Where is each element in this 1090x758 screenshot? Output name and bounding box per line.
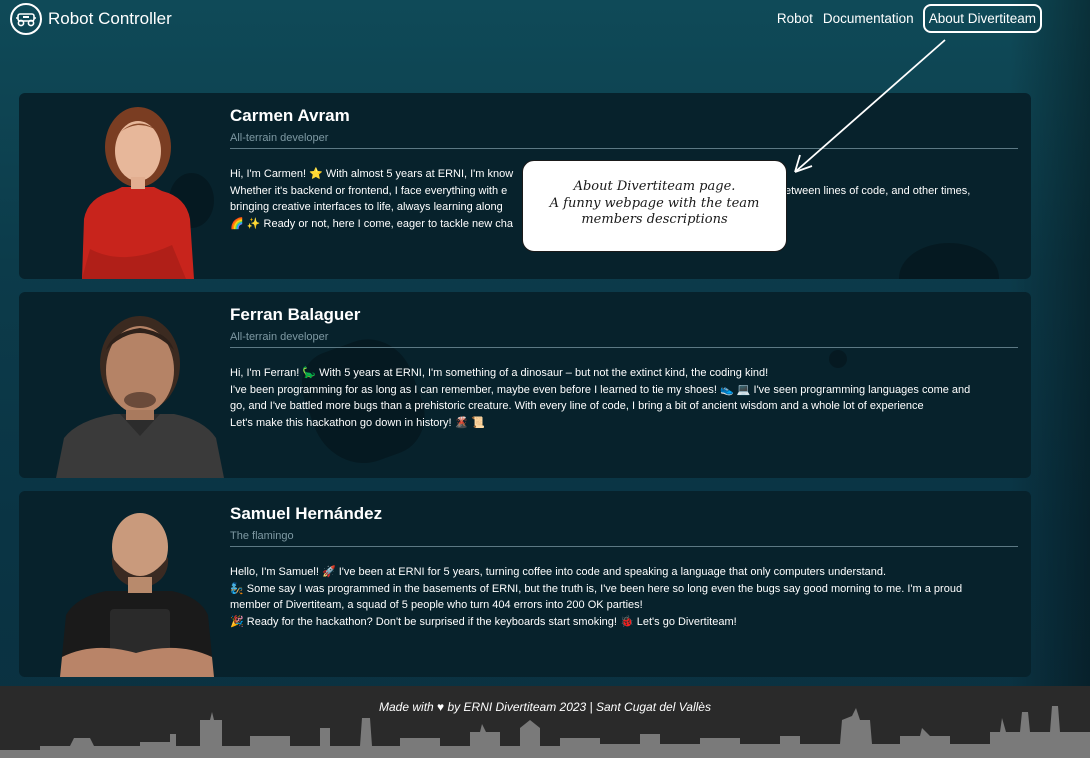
nav-about-divertiteam[interactable]: About Divertiteam — [922, 4, 1042, 33]
member-name: Ferran Balaguer — [230, 305, 361, 324]
member-name: Carmen Avram — [230, 106, 350, 125]
member-card: Ferran Balaguer All-terrain developer Hi… — [19, 292, 1031, 478]
member-info: Ferran Balaguer All-terrain developer Hi… — [230, 305, 1018, 431]
bio-line: go, and I've battled more bugs than a pr… — [230, 400, 924, 412]
footer: Made with ♥ by ERNI Divertiteam 2023 | S… — [0, 686, 1090, 758]
brand[interactable]: Robot Controller — [10, 3, 172, 35]
callout-line: members descriptions — [581, 212, 728, 227]
member-card: Samuel Hernández The flamingo Hello, I'm… — [19, 491, 1031, 677]
bio-line: member of Divertiteam, a squad of 5 peop… — [230, 599, 643, 611]
decorative-blob — [899, 243, 999, 279]
nav-documentation[interactable]: Documentation — [818, 5, 919, 32]
annotation-callout: About Divertiteam page. A funny webpage … — [522, 160, 787, 252]
main-nav: Robot Documentation About Divertiteam — [772, 4, 1042, 33]
nav-robot[interactable]: Robot — [772, 5, 818, 32]
callout-line: About Divertiteam page. — [573, 179, 736, 194]
callout-line: A funny webpage with the team — [549, 195, 760, 211]
member-info: Samuel Hernández The flamingo Hello, I'm… — [230, 504, 1018, 630]
robot-car-icon — [10, 3, 42, 35]
member-bio: Hi, I'm Ferran! 🦕 With 5 years at ERNI, … — [230, 365, 1018, 431]
bio-line: Hello, I'm Samuel! 🚀 I've been at ERNI f… — [230, 566, 887, 578]
member-photo — [60, 513, 214, 677]
member-role: All-terrain developer — [230, 330, 1018, 348]
bio-line: Let's make this hackathon go down in his… — [230, 416, 486, 429]
member-photo — [56, 316, 224, 478]
bio-line-tail: etween lines of code, and other times, — [785, 184, 971, 197]
member-photo — [82, 107, 194, 279]
app-title: Robot Controller — [48, 9, 172, 28]
bio-line: I've been programming for as long as I c… — [230, 383, 971, 396]
member-role: All-terrain developer — [230, 131, 1018, 149]
member-role: The flamingo — [230, 529, 1018, 547]
bio-line: 🧞 Some say I was programmed in the basem… — [230, 582, 963, 595]
member-name: Samuel Hernández — [230, 504, 383, 523]
member-bio: Hello, I'm Samuel! 🚀 I've been at ERNI f… — [230, 564, 1018, 630]
bio-line: Hi, I'm Ferran! 🦕 With 5 years at ERNI, … — [230, 367, 769, 379]
footer-text: Made with ♥ by ERNI Divertiteam 2023 | S… — [379, 700, 711, 714]
bio-line: 🎉 Ready for the hackathon? Don't be surp… — [230, 615, 737, 628]
